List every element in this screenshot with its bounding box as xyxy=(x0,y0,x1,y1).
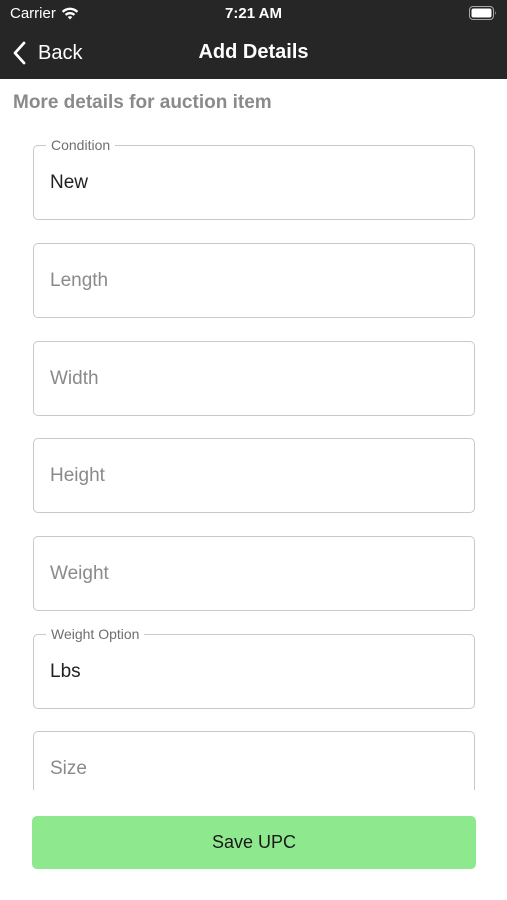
length-placeholder: Length xyxy=(50,269,109,291)
page-title: Add Details xyxy=(198,41,309,63)
height-field[interactable]: Height xyxy=(33,438,475,513)
status-bar: Carrier 7:21 AM xyxy=(0,0,507,28)
condition-value: New xyxy=(50,171,89,193)
weight-field[interactable]: Weight xyxy=(33,536,475,611)
save-upc-button[interactable]: Save UPC xyxy=(32,816,476,869)
status-time: 7:21 AM xyxy=(225,5,282,22)
weight-option-value: Lbs xyxy=(50,660,81,682)
section-header: More details for auction item xyxy=(13,92,272,113)
weight-option-field[interactable]: Weight Option Lbs xyxy=(33,626,475,709)
length-field[interactable]: Length xyxy=(33,243,475,318)
battery-icon xyxy=(469,6,496,20)
details-form[interactable]: Condition New Length Width Height Weight… xyxy=(0,120,507,790)
width-field[interactable]: Width xyxy=(33,341,475,416)
navigation-bar: Back Add Details xyxy=(0,28,507,79)
height-placeholder: Height xyxy=(50,464,105,486)
size-placeholder: Size xyxy=(50,757,87,779)
width-placeholder: Width xyxy=(50,367,99,389)
size-field[interactable]: Size xyxy=(33,731,475,790)
weight-placeholder: Weight xyxy=(50,562,109,584)
condition-field[interactable]: Condition New xyxy=(33,137,475,220)
